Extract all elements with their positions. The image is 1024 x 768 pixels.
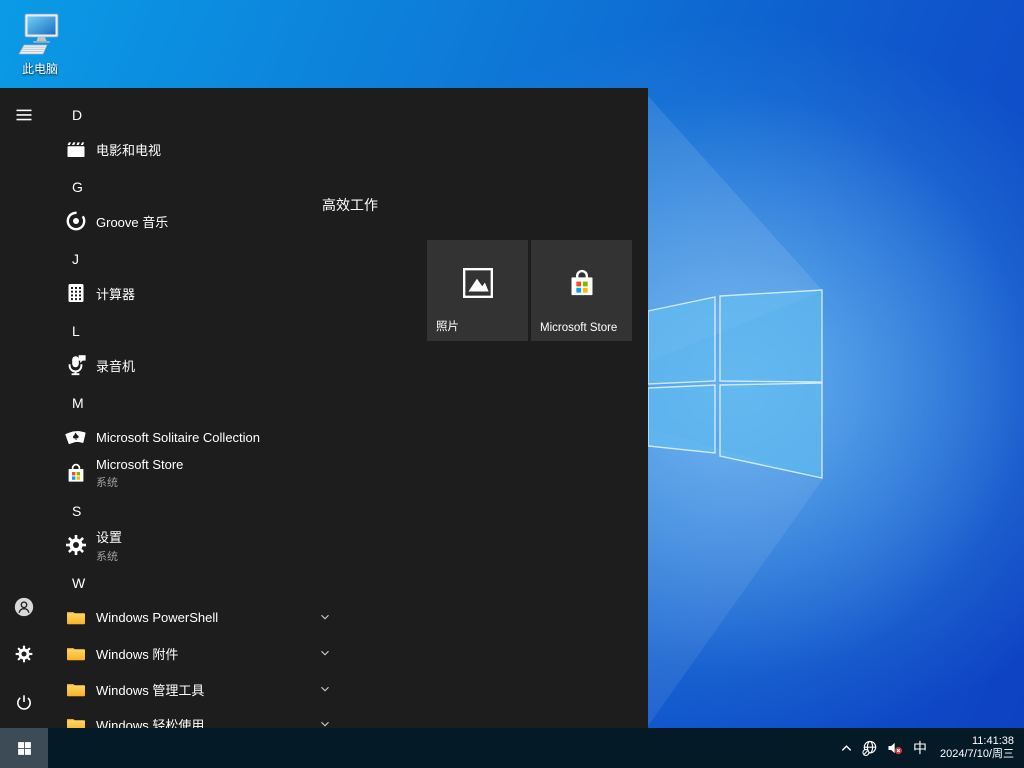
network-no-internet-icon[interactable] (861, 739, 879, 757)
tile-label: Microsoft Store (540, 322, 628, 334)
volume-muted-icon[interactable] (886, 739, 904, 757)
start-button[interactable] (0, 728, 48, 768)
system-tray: 中 11:41:38 2024/7/10/周三 (839, 728, 1024, 768)
store-icon (565, 266, 599, 300)
tile-label: 照片 (436, 318, 524, 334)
start-tile[interactable]: 照片 (427, 240, 528, 341)
screen: 此电脑 D电影和电视GGroove 音乐J计算器L录音机MMicrosoft S… (0, 0, 1024, 768)
tile-group-title[interactable]: 高效工作 (322, 195, 378, 215)
hidden-icons-chevron-icon[interactable] (839, 741, 854, 756)
photos-icon (461, 266, 495, 300)
desktop-icon-this-pc[interactable]: 此电脑 (8, 10, 72, 77)
taskbar: 中 11:41:38 2024/7/10/周三 (0, 728, 1024, 768)
start-menu: D电影和电视GGroove 音乐J计算器L录音机MMicrosoft Solit… (0, 88, 648, 728)
this-pc-icon (16, 10, 64, 58)
clock-time: 11:41:38 (940, 735, 1014, 749)
start-tile[interactable]: Microsoft Store (531, 240, 632, 341)
desktop-icon-label: 此电脑 (8, 60, 72, 77)
taskbar-clock[interactable]: 11:41:38 2024/7/10/周三 (940, 735, 1014, 762)
clock-date: 2024/7/10/周三 (940, 748, 1014, 762)
ime-indicator[interactable]: 中 (911, 738, 929, 758)
tile-area: 高效工作 照片 Microsoft Store (0, 88, 648, 728)
